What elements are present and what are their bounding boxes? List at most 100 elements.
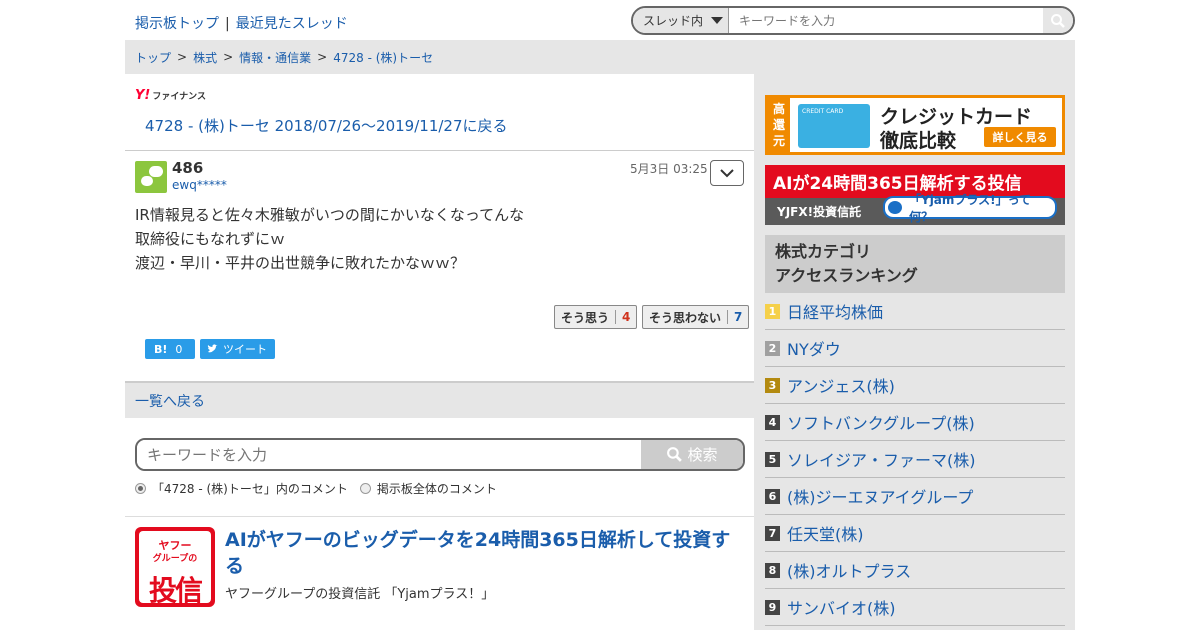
post-username[interactable]: ewq***** (172, 178, 227, 192)
breadcrumb-stock[interactable]: 4728 - (株)トーセ (333, 49, 433, 66)
divider (125, 150, 754, 151)
rank-badge: 1 (765, 303, 780, 319)
rank-badge: 3 (765, 377, 780, 393)
top-search-button[interactable] (1043, 8, 1073, 33)
banner-line2: 徹底比較 (880, 130, 957, 152)
ranking-item-name[interactable]: 任天堂(株) (787, 521, 864, 545)
bottom-search-button[interactable]: 検索 (641, 440, 743, 469)
card-label: CREDIT CARD (802, 108, 844, 115)
banner-side-label: 高還元 (768, 98, 790, 152)
ad-subtitle: ヤフーグループの投資信託 「Yjamプラス！」 (225, 587, 495, 602)
ranking-item-name[interactable]: (株)オルトプラス (787, 558, 911, 582)
search-scope-label: スレッド内 (643, 14, 704, 28)
ranking-item[interactable]: 6 (株)ジーエヌアイグループ (765, 478, 1065, 515)
ranking-header: 株式カテゴリ アクセスランキング (765, 235, 1065, 293)
ranking-item-name[interactable]: ソレイジア・ファーマ(株) (787, 447, 976, 471)
recent-threads-link[interactable]: 最近見たスレッド (236, 16, 348, 32)
breadcrumb: トップ > 株式 > 情報・通信業 > 4728 - (株)トーセ (125, 40, 1075, 74)
twitter-bird-icon (207, 344, 218, 353)
hatena-bookmark-button[interactable]: B! 0 (145, 339, 195, 359)
credit-card-icon: CREDIT CARD (798, 104, 870, 148)
ranking-title-line1: 株式カテゴリ (775, 242, 872, 261)
ranking-list: 1 日経平均株価 2 NYダウ 3 アンジェス(株) 4 ソフトバンクグループ(株) 5 ソレイジ… (765, 293, 1065, 626)
ranking-item-name[interactable]: NYダウ (787, 336, 841, 360)
ranking-item-name[interactable]: 日経平均株価 (787, 299, 883, 323)
post-number: 486 (172, 159, 204, 177)
yahoo-group-fund-logo[interactable]: ヤフー グループの 投信 (135, 527, 215, 607)
ranking-item[interactable]: 3 アンジェス(株) (765, 367, 1065, 404)
post-body: IR情報見ると佐々木雅敏がいつの間にかいなくなってんな 取締役にもなれずにｗ 渡… (135, 203, 524, 275)
post-date: 5月3日 03:25 (630, 162, 708, 176)
search-icon (667, 447, 683, 462)
search-button-label: 検索 (687, 446, 718, 464)
yjam-pill[interactable]: 「Yjamプラス!」って何？ (883, 193, 1057, 224)
rank-badge: 2 (765, 340, 780, 356)
tweet-button[interactable]: ツイート (200, 339, 275, 359)
back-to-list-link[interactable]: 一覧へ戻る (135, 391, 205, 411)
rank-badge: 5 (765, 451, 780, 467)
hatena-icon: B! (154, 342, 168, 356)
search-icon (1051, 13, 1065, 28)
rank-badge: 4 (765, 414, 780, 430)
back-to-list-bar: 一覧へ戻る (125, 381, 754, 418)
breadcrumb-separator: > (177, 50, 188, 64)
divider (125, 516, 754, 517)
ranking-item-name[interactable]: (株)ジーエヌアイグループ (787, 484, 973, 508)
top-search-input[interactable] (729, 8, 1043, 33)
ranking-item-name[interactable]: サンバイオ(株) (787, 595, 896, 619)
logo-mark: Y! (135, 88, 151, 103)
post-line: 取締役にもなれずにｗ (135, 230, 286, 248)
chevron-down-icon (720, 168, 734, 177)
ranking-item-name[interactable]: ソフトバンクグループ(株) (787, 410, 975, 434)
sidebar: 高還元 CREDIT CARD クレジットカード 徹底比較 詳しく見る AIが2… (754, 74, 1075, 630)
radio-thread-scope[interactable] (135, 483, 146, 494)
dropdown-arrow-icon (711, 17, 724, 24)
rank-badge: 9 (765, 599, 780, 615)
nav-separator: | (225, 16, 230, 32)
tweet-label: ツイート (223, 343, 267, 356)
disagree-count: 7 (727, 310, 742, 324)
yjam-banner[interactable]: AIが24時間365日解析する投信 YJFX!投資信託 「Yjamプラス!」って… (765, 165, 1065, 225)
page: 掲示板トップ | 最近見たスレッド スレッド内 トップ > 株式 > 情報・通信業 … (125, 0, 1075, 630)
main-content: Y! ファイナンス 4728 - (株)トーセ 2018/07/26〜2019/… (125, 74, 754, 630)
banner-line1: クレジットカード (880, 106, 1033, 128)
post-menu-button[interactable] (710, 160, 744, 186)
rank-badge: 8 (765, 562, 780, 578)
ranking-item[interactable]: 7 任天堂(株) (765, 515, 1065, 552)
hatena-count: 0 (175, 342, 183, 356)
bottom-search-input[interactable] (137, 440, 641, 469)
ranking-item[interactable]: 8 (株)オルトプラス (765, 552, 1065, 589)
post-line: IR情報見ると佐々木雅敏がいつの間にかいなくなってんな (135, 206, 525, 224)
ranking-title-line2: アクセスランキング (775, 266, 918, 285)
ranking-item-name[interactable]: アンジェス(株) (787, 373, 895, 397)
breadcrumb-separator: > (317, 50, 328, 64)
agree-label: そう思う (561, 310, 610, 325)
post-line: 渡辺・早川・平井の出世競争に敗れたかなｗｗ？ (135, 254, 466, 272)
ranking-item[interactable]: 9 サンバイオ(株) (765, 589, 1065, 626)
search-scope-select[interactable]: スレッド内 (633, 8, 729, 33)
ranking-item[interactable]: 1 日経平均株価 (765, 293, 1065, 330)
breadcrumb-sector[interactable]: 情報・通信業 (239, 49, 311, 66)
disagree-label: そう思わない (649, 310, 722, 325)
radio-board-scope[interactable] (359, 483, 371, 494)
breadcrumb-separator: > (223, 50, 234, 64)
ranking-item[interactable]: 5 ソレイジア・ファーマ(株) (765, 441, 1065, 478)
thread-back-link[interactable]: 4728 - (株)トーセ 2018/07/26〜2019/11/27に戻る (145, 115, 508, 136)
board-top-link[interactable]: 掲示板トップ (135, 16, 219, 32)
ad-title-link[interactable]: AIがヤフーのビッグデータを24時間365日解析して投資する (225, 527, 745, 579)
breadcrumb-top[interactable]: トップ (135, 49, 171, 66)
ranking-item[interactable]: 2 NYダウ (765, 330, 1065, 367)
yjam-pill-label: 「Yjamプラス!」って何？ (909, 192, 1032, 224)
disagree-button[interactable]: そう思わない 7 (642, 305, 750, 329)
agree-button[interactable]: そう思う 4 (554, 305, 638, 329)
breadcrumb-stocks[interactable]: 株式 (193, 49, 217, 66)
rank-badge: 7 (765, 525, 780, 541)
credit-card-banner[interactable]: 高還元 CREDIT CARD クレジットカード 徹底比較 詳しく見る (765, 95, 1065, 155)
banner-details-button[interactable]: 詳しく見る (984, 127, 1056, 147)
yahoo-finance-logo[interactable]: Y! ファイナンス (135, 88, 206, 103)
agree-count: 4 (615, 310, 630, 324)
rank-badge: 6 (765, 488, 780, 504)
ranking-item[interactable]: 4 ソフトバンクグループ(株) (765, 404, 1065, 441)
radio-board-scope-label: 掲示板全体のコメント (376, 482, 497, 496)
arrow-right-icon (888, 201, 902, 214)
